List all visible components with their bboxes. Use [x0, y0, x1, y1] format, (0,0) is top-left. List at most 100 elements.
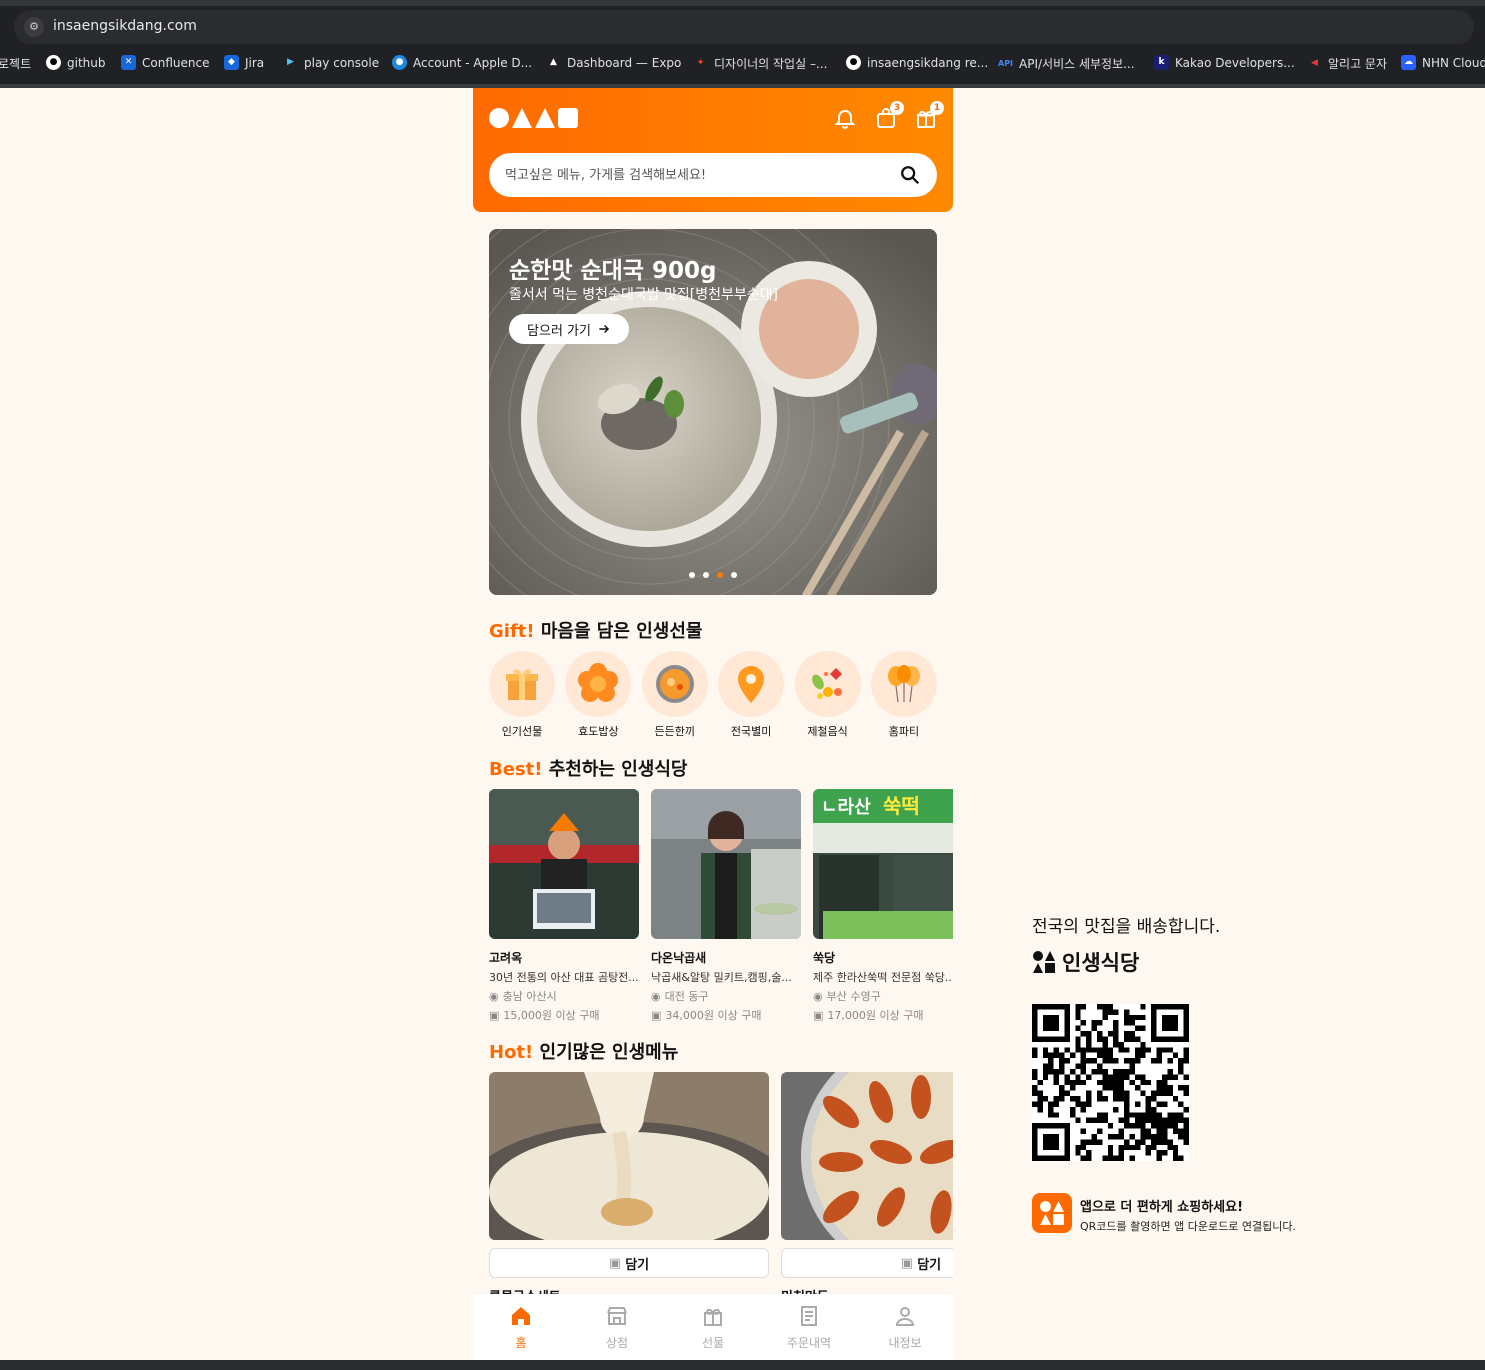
gift-category-popular[interactable]: 인기선물: [489, 651, 555, 739]
store-location: ◉ 대전 동구: [651, 988, 801, 1004]
cart-badge: 3: [890, 101, 904, 115]
bookmark-label: API/서비스 세부정보...: [1019, 57, 1135, 71]
bookmark-label: Jira: [245, 55, 265, 70]
menu-card[interactable]: ▣담기 미친만두: [781, 1072, 953, 1305]
store-card[interactable]: 다온낙곱새 낙곱새&알탕 밀키트,캠핑,술... ◉ 대전 동구 ▣ 34,000원…: [651, 789, 801, 1023]
bag-icon: ▣: [608, 1255, 622, 1271]
nav-label: 주문내역: [786, 1336, 832, 1350]
hot-accent: Hot!: [489, 1042, 534, 1063]
gift-category-regional[interactable]: 전국별미: [718, 651, 785, 739]
bookmark-label: insaengsikdang re...: [867, 55, 989, 70]
confluence-icon: ✕: [121, 55, 136, 70]
hot-menu-carousel[interactable]: ▣담기 콩물국수세트 ▣담기 미친만두: [489, 1072, 953, 1312]
nav-orders[interactable]: 주문내역: [761, 1294, 857, 1360]
bookmark-github[interactable]: ● github: [46, 55, 105, 70]
bag-small-icon: ▣: [813, 1008, 824, 1022]
bookmark-apple-developer[interactable]: ● Account - Apple D...: [392, 55, 532, 70]
search-icon[interactable]: [899, 164, 921, 186]
site-settings-icon[interactable]: ⚙: [24, 17, 44, 37]
gift-box-header-icon[interactable]: 1: [914, 101, 944, 130]
app-logo[interactable]: [489, 108, 578, 128]
bookmark-nhn-cloud[interactable]: ☁ NHN Cloud: [1401, 55, 1485, 70]
arrow-right-icon: [599, 324, 610, 334]
carousel-dot[interactable]: [703, 572, 709, 578]
bookmark-label: 로젝트: [0, 57, 32, 71]
nav-home[interactable]: 홈: [473, 1294, 569, 1360]
bookmark-repo[interactable]: ● insaengsikdang re...: [846, 55, 988, 70]
add-to-cart-button[interactable]: ▣ 담기: [781, 1248, 953, 1278]
best-section-title: Best! 추천하는 인생식당: [489, 755, 687, 781]
add-to-cart-button[interactable]: ▣ 담기: [489, 1248, 769, 1278]
bottom-navigation: 홈 상점 선물 주문내역 내정보: [473, 1294, 953, 1360]
gift-category-label: 제철음식: [807, 725, 848, 738]
gift-category-label: 전국별미: [730, 725, 772, 738]
banner-cta-label: 담으러 가기: [527, 323, 591, 339]
notification-bell-icon[interactable]: [833, 106, 857, 130]
carousel-dots[interactable]: [689, 572, 737, 578]
location-pin-small-icon: ◉: [651, 989, 661, 1003]
bookmark-aligo[interactable]: ◀ 알리고 문자: [1307, 55, 1387, 72]
gift-category-label: 홈파티: [888, 725, 920, 738]
banner-subtitle: 줄서서 먹는 병천순대국밥 맛집[병천부부순대]: [509, 287, 778, 303]
gift-category-hearty-meal[interactable]: 든든한끼: [641, 651, 708, 739]
best-store-carousel[interactable]: 고려옥 30년 전통의 아산 대표 곰탕전... ◉ 충남 아산시 ▣ 15,000…: [489, 789, 953, 1029]
gift-category-seasonal[interactable]: 제철음식: [794, 651, 861, 739]
carousel-dot[interactable]: [717, 572, 723, 578]
bookmark-play-console[interactable]: ▶ play console: [283, 55, 379, 70]
nhn-cloud-icon: ☁: [1401, 55, 1416, 70]
carousel-dot[interactable]: [731, 572, 737, 578]
play-console-icon: ▶: [287, 57, 294, 67]
bookmark-label: play console: [304, 55, 380, 70]
gift-category-parents[interactable]: 효도밥상: [565, 651, 632, 739]
carousel-dot[interactable]: [689, 572, 695, 578]
cart-icon[interactable]: 3: [874, 101, 904, 130]
bag-small-icon: ▣: [651, 1008, 662, 1022]
store-name: 쑥당: [813, 951, 836, 965]
bookmark-confluence[interactable]: ✕ Confluence: [121, 55, 209, 70]
promo-banner[interactable]: 순한맛 순대국 900g 줄서서 먹는 병천순대국밥 맛집[병천부부순대] 담으…: [489, 229, 937, 595]
logo-circle: [489, 108, 509, 128]
bookmark-jira[interactable]: ◆ Jira: [224, 55, 264, 70]
side-tagline: 전국의 맛집을 배송합니다.: [1032, 917, 1221, 937]
best-accent: Best!: [489, 759, 543, 780]
store-card[interactable]: ㄴ라산 쑥떡 쑥당 제주 한라산쑥떡 전문점 쑥당... ◉ 부산 수영구 ▣ 17,…: [813, 789, 953, 1023]
menu-card[interactable]: ▣담기 콩물국수세트: [489, 1072, 769, 1305]
svg-text:쑥떡: 쑥떡: [883, 794, 920, 818]
store-card[interactable]: 고려옥 30년 전통의 아산 대표 곰탕전... ◉ 충남 아산시 ▣ 15,000…: [489, 789, 639, 1023]
address-bar[interactable]: ⚙ insaengsikdang.com: [14, 10, 1474, 44]
jira-icon: ◆: [224, 55, 239, 70]
gift-category-label: 인기선물: [501, 725, 543, 738]
api-icon: API: [998, 59, 1014, 68]
nav-gift[interactable]: 선물: [665, 1294, 761, 1360]
bookmark-label: 디자이너의 작업실 –...: [714, 57, 828, 71]
banner-cta-button[interactable]: 담으러 가기: [509, 314, 629, 344]
mobile-app: 3 1 먹고싶은 메뉴, 가게를 검색해보세요! 순한맛 순대국 900g 줄서…: [473, 88, 953, 1360]
store-min-order-text: 17,000원 이상 구매: [827, 1009, 924, 1022]
store-photo: [489, 789, 639, 939]
side-brand-name: 인생식당: [1062, 951, 1140, 975]
nav-my-info[interactable]: 내정보: [857, 1294, 953, 1360]
bookmark-api[interactable]: API API/서비스 세부정보...: [998, 55, 1135, 72]
bookmark-label: NHN Cloud: [1422, 55, 1485, 70]
bookmark-project[interactable]: 로젝트: [0, 55, 31, 72]
search-bar[interactable]: [489, 153, 937, 197]
store-location: ◉ 부산 수영구: [813, 988, 953, 1004]
bookmark-kakao[interactable]: k Kakao Developers...: [1154, 55, 1295, 70]
store-min-order: ▣ 34,000원 이상 구매: [651, 1007, 801, 1023]
app-download-panel: 전국의 맛집을 배송합니다. 인생식당 앱으로 더 편하게 쇼핑하세요! QR코…: [1032, 912, 1372, 1233]
bookmark-figma[interactable]: ✦ 디자이너의 작업실 –...: [693, 55, 828, 72]
location-pin-icon: [718, 651, 785, 717]
cart-button-label: 담기: [625, 1257, 650, 1273]
nav-label: 상점: [605, 1336, 629, 1350]
url-text[interactable]: insaengsikdang.com: [53, 18, 197, 34]
store-name: 고려옥: [489, 951, 523, 965]
gift-category-label: 든든한끼: [654, 725, 696, 738]
gift-category-home-party[interactable]: 홈파티: [870, 651, 937, 739]
bookmark-expo[interactable]: ▲ Dashboard — Expo: [546, 55, 681, 70]
app-icon: [1032, 1193, 1072, 1233]
search-input[interactable]: [505, 153, 885, 197]
bowl-icon: [641, 651, 708, 717]
nav-store[interactable]: 상점: [569, 1294, 665, 1360]
side-brand: 인생식당: [1032, 947, 1372, 977]
hot-section-title: Hot! 인기많은 인생메뉴: [489, 1038, 678, 1064]
